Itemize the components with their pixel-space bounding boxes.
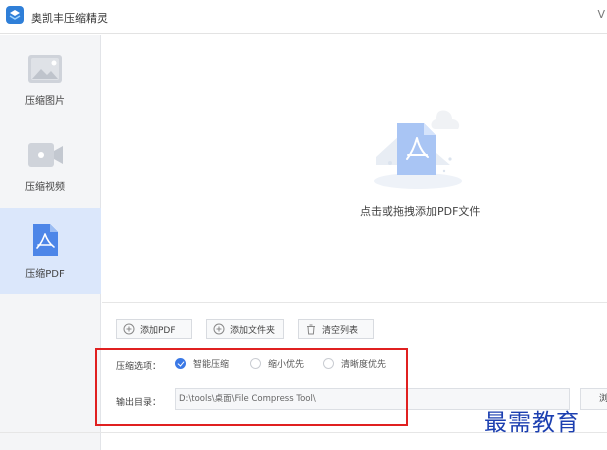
window-title: 奥凯丰压缩精灵 [31, 12, 108, 25]
sidebar-item-label: 压缩图片 [25, 96, 65, 107]
add-folder-button[interactable]: 添加文件夹 [206, 319, 284, 339]
file-drop-zone[interactable]: 点击或拖拽添加PDF文件 [102, 35, 607, 303]
image-icon [28, 54, 62, 84]
drop-zone-hint: 点击或拖拽添加PDF文件 [360, 205, 481, 218]
plus-circle-icon [213, 323, 225, 335]
clear-list-label: 清空列表 [322, 325, 359, 336]
sidebar-item-label: 压缩视频 [25, 182, 65, 193]
clear-list-button[interactable]: 清空列表 [298, 319, 374, 339]
plus-circle-icon [123, 323, 135, 335]
add-pdf-label: 添加PDF [140, 325, 176, 336]
video-camera-icon [28, 140, 63, 170]
pdf-file-icon [370, 101, 466, 197]
add-folder-label: 添加文件夹 [230, 325, 276, 336]
app-logo-icon [6, 6, 24, 24]
titlebar-menu-glyph[interactable]: V [597, 8, 605, 21]
pdf-file-icon [28, 224, 62, 257]
watermark-text: 最需教育 [484, 410, 580, 436]
trash-icon [305, 323, 317, 335]
sidebar: 压缩图片 压缩视频 压缩PDF [0, 35, 101, 450]
title-bar: 奥凯丰压缩精灵 V [0, 0, 607, 34]
browse-button[interactable]: 浏览 [580, 388, 607, 410]
sidebar-item-compress-image[interactable]: 压缩图片 [0, 35, 101, 121]
add-pdf-button[interactable]: 添加PDF [116, 319, 192, 339]
sidebar-item-label: 压缩PDF [25, 269, 65, 280]
sidebar-item-compress-pdf[interactable]: 压缩PDF [0, 208, 101, 294]
highlight-annotation [95, 348, 408, 426]
sidebar-item-compress-video[interactable]: 压缩视频 [0, 121, 101, 207]
